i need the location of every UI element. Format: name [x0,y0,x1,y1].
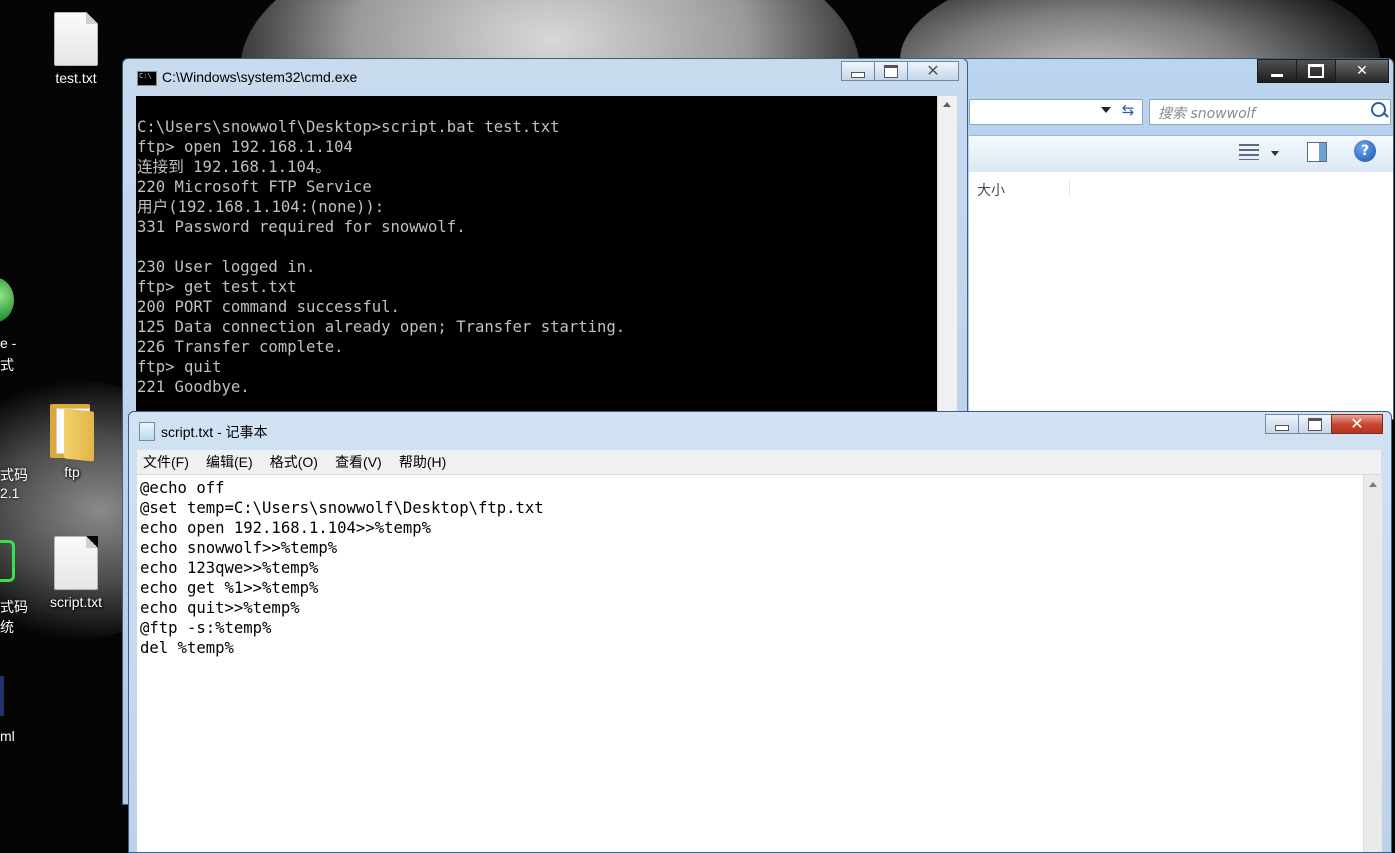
desktop-icon-label: 式码 [0,599,28,615]
maximize-icon [1308,417,1322,431]
chevron-down-icon[interactable] [1271,151,1279,156]
menu-view[interactable]: 查看(V) [329,450,388,472]
maximize-button[interactable] [1296,59,1336,83]
file-list[interactable]: 大小 [969,172,1393,419]
desktop-icon-label: test.txt [55,70,97,86]
scroll-up-icon[interactable] [1369,482,1377,487]
desktop-icon-label: 统 [0,619,14,635]
minimize-icon [1271,73,1283,77]
console-line: 用户(192.168.1.104:(none)): [137,198,385,216]
desktop-icon-script-txt[interactable]: script.txt [28,536,124,610]
folder-icon [50,402,94,462]
close-icon: ✕ [1350,414,1364,433]
desktop-icon-ftp[interactable]: ftp [24,402,120,480]
desktop-icon-label: 式 [0,357,14,373]
close-icon: ✕ [926,61,940,80]
window-controls: ✕ [1257,59,1389,83]
window-title: script.txt - 记事本 [161,424,268,440]
desktop-icon-label: 2.1 [0,485,20,501]
column-header-size[interactable]: 大小 [977,180,1005,200]
minimize-icon [1275,425,1289,431]
menu-edit[interactable]: 编辑(E) [200,450,259,472]
scroll-up-icon[interactable] [943,102,951,107]
maximize-button[interactable] [1298,414,1332,434]
console-line: 220 Microsoft FTP Service [137,178,372,196]
console-line: 200 PORT command successful. [137,298,400,316]
desktop-icon-label: script.txt [49,594,103,610]
desktop-icon-label: ml [0,728,15,744]
menu-help[interactable]: 帮助(H) [393,450,452,472]
title-bar[interactable]: C:\Windows\system32\cmd.exe ✕ [123,59,967,95]
editor-lines: @echo off @set temp=C:\Users\snowwolf\Des… [140,478,544,658]
menu-format[interactable]: 格式(O) [264,450,324,472]
help-icon[interactable]: ? [1354,140,1376,162]
console-line: 125 Data connection already open; Transf… [137,318,626,336]
desktop-icon-label: e - [0,335,17,351]
maximize-icon [884,64,898,78]
search-placeholder: 搜索 snowwolf [1158,106,1256,122]
console-line: 331 Password required for snowwolf. [137,218,466,236]
notepad-icon[interactable] [139,422,155,441]
console-line: ftp> quit [137,358,222,376]
editor-line: @echo off [140,479,225,497]
refresh-icon[interactable]: ⇆ [1117,101,1139,121]
minimize-icon [851,72,865,78]
vertical-scrollbar[interactable] [1363,475,1382,852]
desktop-icon-test-txt[interactable]: test.txt [28,12,124,86]
text-editor[interactable]: @echo off @set temp=C:\Users\snowwolf\Des… [137,475,1363,852]
app-icon[interactable] [0,540,15,582]
menu-bar: 文件(F) 编辑(E) 格式(O) 查看(V) 帮助(H) [137,450,1381,475]
minimize-button[interactable] [1257,59,1297,83]
minimize-button[interactable] [1265,414,1299,434]
explorer-window[interactable]: ✕ ⇆ 搜索 snowwolf ? 大小 [960,58,1394,420]
console-lines: C:\Users\snowwolf\Desktop>script.bat tes… [137,117,625,397]
close-icon: ✕ [1356,63,1368,79]
desktop-icon-label: ftp [64,464,80,480]
preview-pane-icon[interactable] [1307,142,1327,162]
window-controls: ✕ [841,61,959,81]
editor-line: echo snowwolf>>%temp% [140,539,338,557]
text-file-icon [54,536,98,590]
menu-file[interactable]: 文件(F) [137,450,195,472]
editor-line: echo open 192.168.1.104>>%temp% [140,519,432,537]
editor-line: del %temp% [140,639,234,657]
maximize-icon [1308,64,1324,78]
maximize-button[interactable] [874,61,908,81]
text-file-icon [54,12,98,66]
cmd-icon[interactable] [137,71,157,86]
console-line: 221 Goodbye. [137,378,250,396]
editor-line: echo get %1>>%temp% [140,579,319,597]
editor-line: echo 123qwe>>%temp% [140,559,319,577]
notepad-window[interactable]: script.txt - 记事本 ✕ 文件(F) 编辑(E) 格式(O) 查看(… [128,411,1392,853]
view-options-icon[interactable] [1239,144,1259,160]
window-controls: ✕ [1265,414,1383,434]
console-line: 230 User logged in. [137,258,316,276]
search-input[interactable]: 搜索 snowwolf [1149,99,1391,125]
desktop-icon-label: 式码 [0,467,28,483]
editor-line: @set temp=C:\Users\snowwolf\Desktop\ftp.… [140,499,544,517]
console-line: C:\Users\snowwolf\Desktop>script.bat tes… [137,118,560,136]
chevron-down-icon[interactable] [1101,107,1111,113]
column-divider[interactable] [1069,178,1070,198]
close-button[interactable]: ✕ [1335,59,1389,83]
window-title: C:\Windows\system32\cmd.exe [162,69,358,85]
search-icon[interactable] [1371,102,1386,117]
explorer-toolbar: ? [969,135,1393,173]
console-line: 连接到 192.168.1.104。 [137,158,331,176]
editor-line: echo quit>>%temp% [140,599,300,617]
app-icon[interactable] [0,676,4,716]
console-line: ftp> open 192.168.1.104 [137,138,353,156]
close-button[interactable]: ✕ [907,61,959,81]
close-button[interactable]: ✕ [1331,414,1383,434]
console-line: ftp> get test.txt [137,278,297,296]
editor-line: @ftp -s:%temp% [140,619,272,637]
console-line: 226 Transfer complete. [137,338,344,356]
minimize-button[interactable] [841,61,875,81]
